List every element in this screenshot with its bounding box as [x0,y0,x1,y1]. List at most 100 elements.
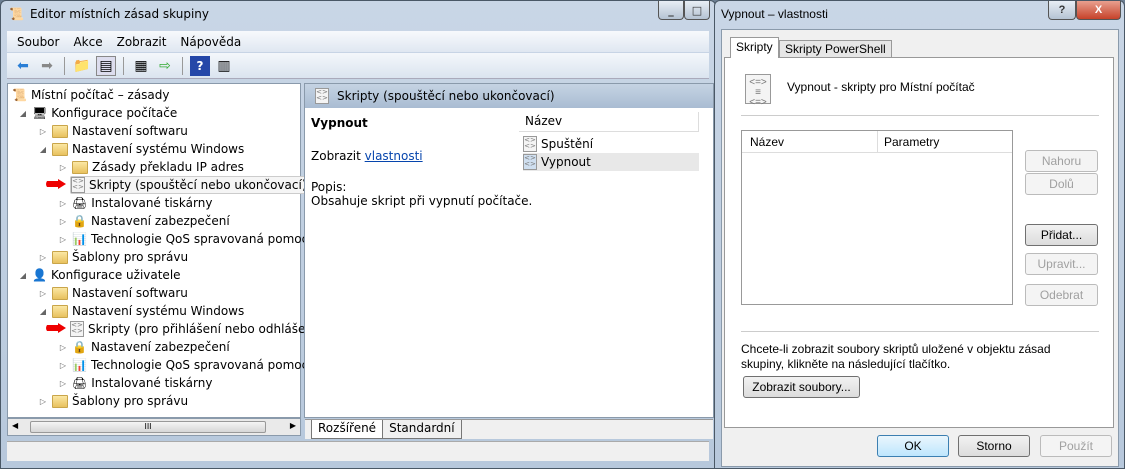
help-button[interactable]: ? [1048,1,1076,20]
status-bar [7,441,709,461]
expand-icon[interactable]: ▷ [58,163,68,172]
show-files-button[interactable]: Zobrazit soubory... [743,376,860,398]
export-list-icon[interactable]: ⇨ [155,56,175,76]
tree-root[interactable]: 📜 Místní počítač – zásady [12,86,170,104]
expand-icon[interactable]: ▷ [58,217,68,226]
tree-item[interactable]: ▷ Zásady překladu IP adres [58,158,244,176]
dialog-heading: Vypnout - skripty pro Místní počítač [787,80,975,94]
properties-link[interactable]: vlastnosti [365,149,423,163]
properties-icon[interactable]: ▦ [131,56,151,76]
user-icon: 👤 [32,268,47,282]
collapse-icon[interactable]: ◢ [18,271,28,280]
tree-item-selected[interactable]: <> <> Skripty (spouštěcí nebo ukončovací) [70,176,312,194]
tree-item[interactable]: <> <> Skripty (pro přihlášení nebo odhláše… [70,320,321,338]
expand-icon[interactable]: ▷ [58,343,68,352]
expand-icon[interactable]: ▷ [58,235,68,244]
tree-item[interactable]: ▷ 🖨 Instalované tiskárny [58,374,213,392]
tree-item[interactable]: ◢ Nastavení systému Windows [38,302,244,320]
tab-panel: <=> ≡ <=> Vypnout - skripty pro Místní poč… [724,57,1114,428]
move-down-button[interactable]: Dolů [1025,173,1098,195]
back-icon[interactable]: ⬅ [13,56,33,76]
tree-computer-config[interactable]: ◢ 🖥 Konfigurace počítače [18,104,177,122]
column-header-name[interactable]: Název [519,112,699,132]
collapse-icon[interactable]: ◢ [18,109,28,118]
tree-item[interactable]: ▷ Šablony pro správu [38,248,188,266]
details-pane: <> <> Skripty (spouštěcí nebo ukončovací) … [304,83,714,439]
tree-item[interactable]: ▷ 🔒 Nastavení zabezpečení [58,212,230,230]
expand-icon[interactable]: ▷ [58,199,68,208]
menu-view[interactable]: Zobrazit [117,35,167,49]
security-icon: 🔒 [72,340,87,354]
tree-item[interactable]: ▷ Šablony pro správu [38,392,188,410]
collapse-icon[interactable]: ◢ [38,307,48,316]
scroll-thumb[interactable]: III [30,421,266,433]
expand-icon[interactable]: ▷ [58,361,68,370]
window-title: 📜 Editor místních zásad skupiny [9,7,210,21]
show-hide-tree-icon[interactable]: ▤ [96,55,116,76]
info-text: Chcete-li zobrazit soubory skriptů ulože… [741,342,1051,371]
tree-item[interactable]: ▷ 📊 Technologie QoS spravovaná pomocí z [58,230,322,248]
expand-icon[interactable]: ▷ [38,127,48,136]
action-pane-icon[interactable]: ▥ [214,56,234,76]
tab-standard[interactable]: Standardní [383,420,462,439]
security-icon: 🔒 [72,214,87,228]
tab-powershell[interactable]: Skripty PowerShell [779,40,892,58]
tree-user-config[interactable]: ◢ 👤 Konfigurace uživatele [18,266,181,284]
tab-scripts[interactable]: Skripty [730,37,779,58]
separator [182,56,183,75]
tree-item[interactable]: ▷ 🖨 Instalované tiskárny [58,194,213,212]
menu-file[interactable]: Soubor [17,35,59,49]
add-button[interactable]: Přidat... [1025,224,1098,246]
scripts-list[interactable]: Název Parametry [741,130,1013,305]
divider [741,331,1099,332]
expand-icon[interactable]: ▷ [38,289,48,298]
tree-item[interactable]: ▷ 🔒 Nastavení zabezpečení [58,338,230,356]
list-item[interactable]: <> <> Spuštění [523,135,593,153]
list-item-selected[interactable]: <> <> Vypnout [523,153,699,171]
forward-icon[interactable]: ➡ [37,56,57,76]
help-icon[interactable]: ? [190,55,210,76]
minimize-button[interactable]: _ [658,1,684,20]
menu-action[interactable]: Akce [73,35,102,49]
apply-button[interactable]: Použít [1040,435,1112,457]
expand-icon[interactable]: ▷ [58,379,68,388]
move-up-button[interactable]: Nahoru [1025,150,1098,172]
tree-item[interactable]: ▷ 📊 Technologie QoS spravovaná pomocí z [58,356,322,374]
red-arrow-annotation [46,323,66,333]
policy-icon: 📜 [9,7,24,21]
close-button[interactable]: X [1076,1,1121,20]
maximize-button[interactable]: □ [684,1,710,20]
folder-icon [72,160,88,174]
tree-item[interactable]: ▷ Nastavení softwaru [38,122,188,140]
separator [123,56,124,75]
show-properties: Zobrazit vlastnosti [311,149,423,163]
expand-icon[interactable]: ▷ [38,397,48,406]
tree-item[interactable]: ▷ Nastavení softwaru [38,284,188,302]
scroll-left-icon[interactable]: ◀ [12,421,18,430]
remove-button[interactable]: Odebrat [1025,284,1098,306]
dialog-body: Skripty Skripty PowerShell <=> ≡ <=> Vypno… [721,29,1119,467]
toolbar: ⬅ ➡ 📁 ▤ ▦ ⇨ ? ▥ [7,53,709,79]
menu-help[interactable]: Nápověda [180,35,241,49]
cancel-button[interactable]: Storno [958,435,1030,457]
up-folder-icon[interactable]: 📁 [72,56,92,76]
folder-icon [52,142,68,156]
expand-icon[interactable]: ▷ [38,253,48,262]
printer-icon: 🖨 [72,196,88,210]
edit-button[interactable]: Upravit... [1025,253,1098,275]
column-header-name[interactable]: Název [742,131,878,153]
tree-pane: 📜 Místní počítač – zásady ◢ 🖥 Konfigurace p… [7,83,322,418]
details-header: <> <> Skripty (spouštěcí nebo ukončovací) [305,84,713,108]
folder-icon [52,124,68,138]
separator [64,56,65,75]
scroll-right-icon[interactable]: ▶ [290,421,296,430]
menu-bar: Soubor Akce Zobrazit Nápověda [7,31,709,52]
printer-icon: 🖨 [72,376,88,390]
column-header-parameters[interactable]: Parametry [878,131,1012,153]
horizontal-scrollbar[interactable]: ◀ III ▶ [7,418,301,436]
ok-button[interactable]: OK [877,435,949,457]
tree-item[interactable]: ◢ Nastavení systému Windows [38,140,244,158]
tab-extended[interactable]: Rozšířené [311,420,384,439]
collapse-icon[interactable]: ◢ [38,145,48,154]
computer-icon: 🖥 [32,106,48,120]
